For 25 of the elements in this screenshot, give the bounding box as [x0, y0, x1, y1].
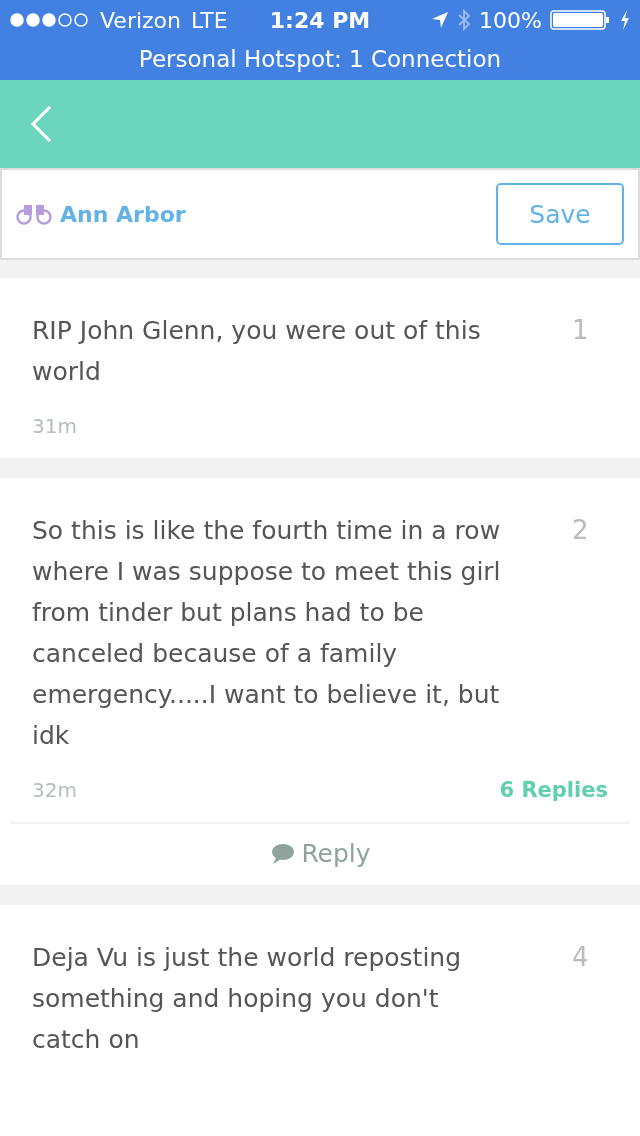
replies-link[interactable]: 6 Replies — [499, 778, 608, 802]
post-time: 32m — [32, 778, 77, 802]
clock-time: 1:24 PM — [269, 7, 371, 33]
post-text: So this is like the fourth time in a row where I was suppose to meet this girl from tinder but plans had to be canceled because of a family emergency.....I want to believe it, but idk — [32, 515, 502, 752]
battery-percent: 100% — [479, 7, 542, 33]
hotspot-banner[interactable]: Personal Hotspot: 1 Connection — [0, 40, 640, 78]
network-type: LTE — [191, 7, 228, 33]
location-name: Ann Arbor — [60, 201, 186, 227]
back-button[interactable] — [30, 105, 52, 143]
speech-bubble-icon — [269, 842, 296, 865]
vote-count: 1 — [572, 314, 589, 347]
post-text: RIP John Glenn, you were out of this world — [32, 315, 482, 388]
location-arrow-icon — [431, 11, 450, 29]
battery-icon — [550, 10, 612, 30]
post-time: 31m — [32, 414, 77, 438]
carrier-name: Verizon — [100, 7, 181, 33]
bluetooth-icon — [457, 9, 472, 31]
signal-icon — [10, 13, 90, 27]
post-text: Deja Vu is just the world reposting something and hoping you don't catch on — [32, 942, 463, 1056]
save-button[interactable]: Save — [496, 183, 624, 245]
vote-count: 2 — [572, 514, 589, 547]
vote-count: 4 — [572, 941, 589, 974]
charging-icon — [620, 10, 630, 30]
binoculars-icon — [16, 203, 52, 225]
reply-button[interactable]: Reply — [263, 838, 377, 869]
